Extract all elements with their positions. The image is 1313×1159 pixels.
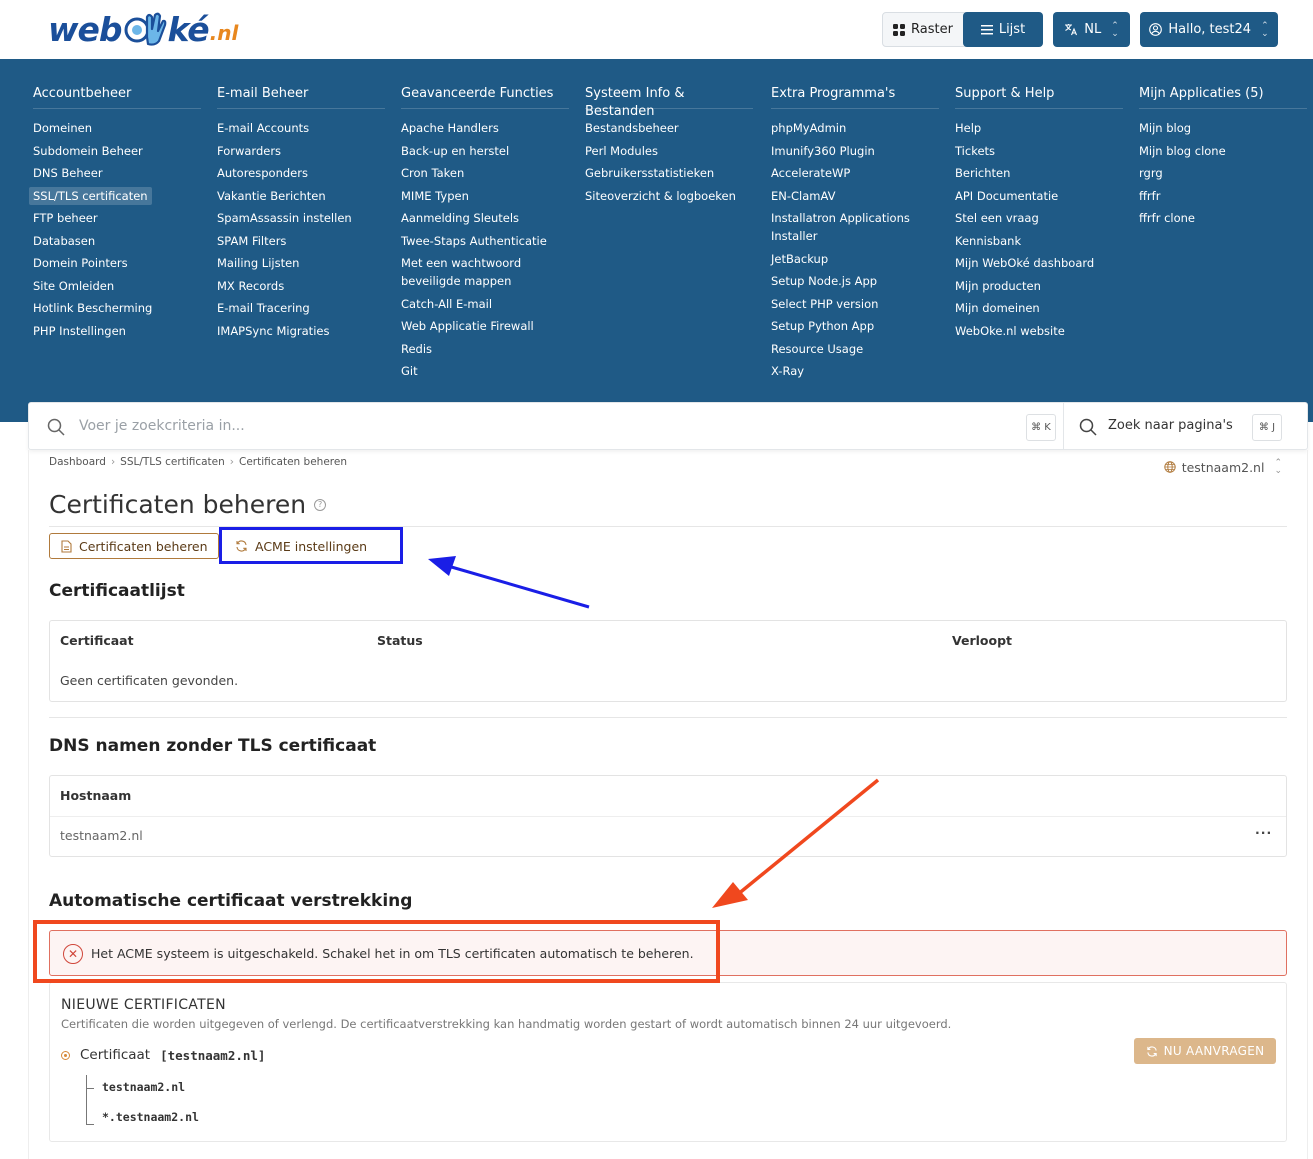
blue-arrow-icon [447,564,590,609]
red-arrowhead-icon [712,882,748,908]
red-arrow-icon [735,778,880,897]
annotation-arrows [428,556,880,908]
blue-arrowhead-icon [428,556,456,576]
